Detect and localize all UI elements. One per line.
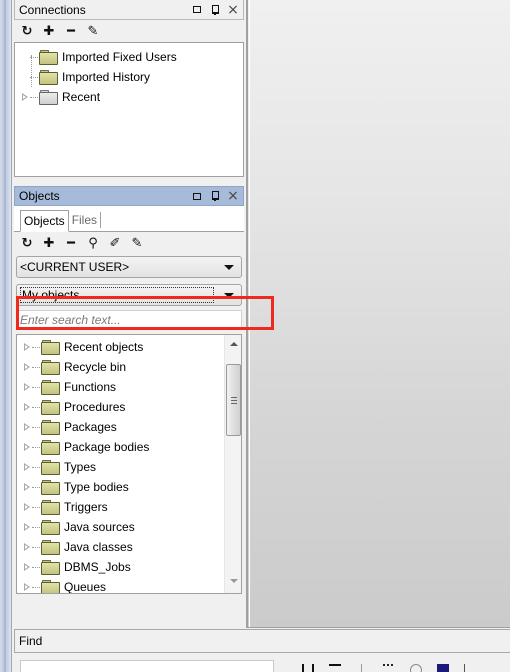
find-input[interactable] <box>20 660 274 672</box>
expand-icon[interactable] <box>23 382 31 392</box>
expand-icon[interactable] <box>23 582 31 592</box>
find-header: Find <box>14 629 510 653</box>
expand-icon[interactable] <box>23 402 31 412</box>
tree-item[interactable]: Java classes <box>17 537 241 557</box>
folder-icon <box>41 400 60 415</box>
expand-icon[interactable] <box>23 522 31 532</box>
connections-panel: Connections × ↻ ✚ ━ ✎ Imported Fixed Use… <box>14 0 244 180</box>
connections-toolbar: ↻ ✚ ━ ✎ <box>14 20 244 42</box>
add-icon[interactable]: ✚ <box>42 236 56 251</box>
tree-item[interactable]: Types <box>17 457 241 477</box>
refresh-icon[interactable]: ↻ <box>20 236 34 251</box>
find-panel: Find <box>14 629 510 672</box>
folder-icon <box>39 70 58 85</box>
expand-icon[interactable] <box>21 92 29 102</box>
tree-item[interactable]: Java sources <box>17 517 241 537</box>
objects-tabs: Objects Files <box>14 206 244 232</box>
user-select[interactable]: <CURRENT USER> <box>16 256 242 278</box>
tree-item[interactable]: Triggers <box>17 497 241 517</box>
search-input[interactable]: Enter search text... <box>16 310 242 330</box>
folder-icon <box>41 360 60 375</box>
pin-icon[interactable] <box>209 190 221 202</box>
search-icon[interactable] <box>410 664 422 672</box>
expand-icon[interactable] <box>23 342 31 352</box>
tree-item[interactable]: Functions <box>17 377 241 397</box>
case-icon[interactable] <box>464 664 476 672</box>
refresh-icon[interactable]: ↻ <box>20 24 34 39</box>
folder-icon <box>41 520 60 535</box>
tab-files[interactable]: Files <box>69 212 102 228</box>
dock-edge <box>0 0 12 672</box>
tree-item[interactable]: Queues <box>17 577 241 593</box>
pause-icon[interactable] <box>302 664 314 672</box>
find-icon[interactable]: ⚲ <box>86 236 100 251</box>
connections-title: Connections <box>19 2 86 17</box>
chevron-down-icon <box>224 292 234 298</box>
tab-objects[interactable]: Objects <box>20 210 69 232</box>
objects-toolbar: ↻ ✚ ━ ⚲ ✐ ✎ <box>14 232 244 254</box>
expand-icon[interactable] <box>23 502 31 512</box>
folder-icon <box>41 500 60 515</box>
tree-item[interactable]: Type bodies <box>17 477 241 497</box>
objects-header: Objects × <box>14 186 244 206</box>
chevron-down-icon <box>224 264 234 270</box>
folder-gray-icon <box>39 90 58 105</box>
main-workspace <box>246 0 510 628</box>
tree-item[interactable]: Procedures <box>17 397 241 417</box>
expand-icon[interactable] <box>23 542 31 552</box>
folder-icon <box>41 440 60 455</box>
scroll-down-icon[interactable] <box>225 572 241 589</box>
tree-item[interactable]: Packages <box>17 417 241 437</box>
color-icon[interactable] <box>437 664 449 672</box>
expand-icon[interactable] <box>23 442 31 452</box>
maximize-icon[interactable] <box>191 190 203 202</box>
folder-icon <box>41 560 60 575</box>
tree-item-imported-history[interactable]: Imported History <box>15 67 243 87</box>
scroll-up-icon[interactable] <box>225 335 241 352</box>
add-icon[interactable]: ✚ <box>42 24 56 39</box>
add-icon[interactable] <box>356 664 368 672</box>
pin-icon[interactable] <box>209 4 221 16</box>
maximize-icon[interactable] <box>191 4 203 16</box>
remove-icon[interactable]: ━ <box>64 24 78 39</box>
folder-icon <box>41 340 60 355</box>
grid-icon[interactable] <box>383 664 395 672</box>
tree-item[interactable]: Recycle bin <box>17 357 241 377</box>
scroll-thumb[interactable] <box>226 364 241 436</box>
filter-icon[interactable]: ✐ <box>108 236 122 251</box>
folder-icon <box>39 50 58 65</box>
folder-icon <box>41 420 60 435</box>
stop-icon[interactable] <box>329 664 341 672</box>
folder-icon <box>41 480 60 495</box>
properties-icon[interactable]: ✎ <box>86 24 100 39</box>
connections-tree: Imported Fixed Users Imported History Re… <box>14 42 244 177</box>
find-toolbar <box>302 664 476 672</box>
tree-item[interactable]: Package bodies <box>17 437 241 457</box>
scrollbar[interactable] <box>224 335 241 593</box>
objects-tree: Recent objects Recycle bin Functions Proced… <box>16 334 242 594</box>
properties-icon[interactable]: ✎ <box>130 236 144 251</box>
connections-header: Connections × <box>14 0 244 20</box>
close-icon[interactable]: × <box>227 3 239 17</box>
tree-item[interactable]: Recent objects <box>17 337 241 357</box>
tree-item[interactable]: DBMS_Jobs <box>17 557 241 577</box>
find-title: Find <box>19 634 43 648</box>
remove-icon[interactable]: ━ <box>64 236 78 251</box>
objects-panel: Objects × Objects Files ↻ ✚ ━ ⚲ ✐ ✎ <CUR… <box>14 186 244 626</box>
folder-icon <box>41 580 60 593</box>
expand-icon[interactable] <box>23 562 31 572</box>
folder-icon <box>41 540 60 555</box>
expand-icon[interactable] <box>23 422 31 432</box>
tree-item-recent[interactable]: Recent <box>15 87 243 107</box>
tree-item-imported-fixed-users[interactable]: Imported Fixed Users <box>15 47 243 67</box>
folder-icon <box>41 380 60 395</box>
objects-title: Objects <box>19 189 60 203</box>
folder-icon <box>41 460 60 475</box>
filter-select[interactable]: My objects <box>16 284 242 306</box>
expand-icon[interactable] <box>23 362 31 372</box>
expand-icon[interactable] <box>23 462 31 472</box>
expand-icon[interactable] <box>23 482 31 492</box>
close-icon[interactable]: × <box>227 189 239 203</box>
